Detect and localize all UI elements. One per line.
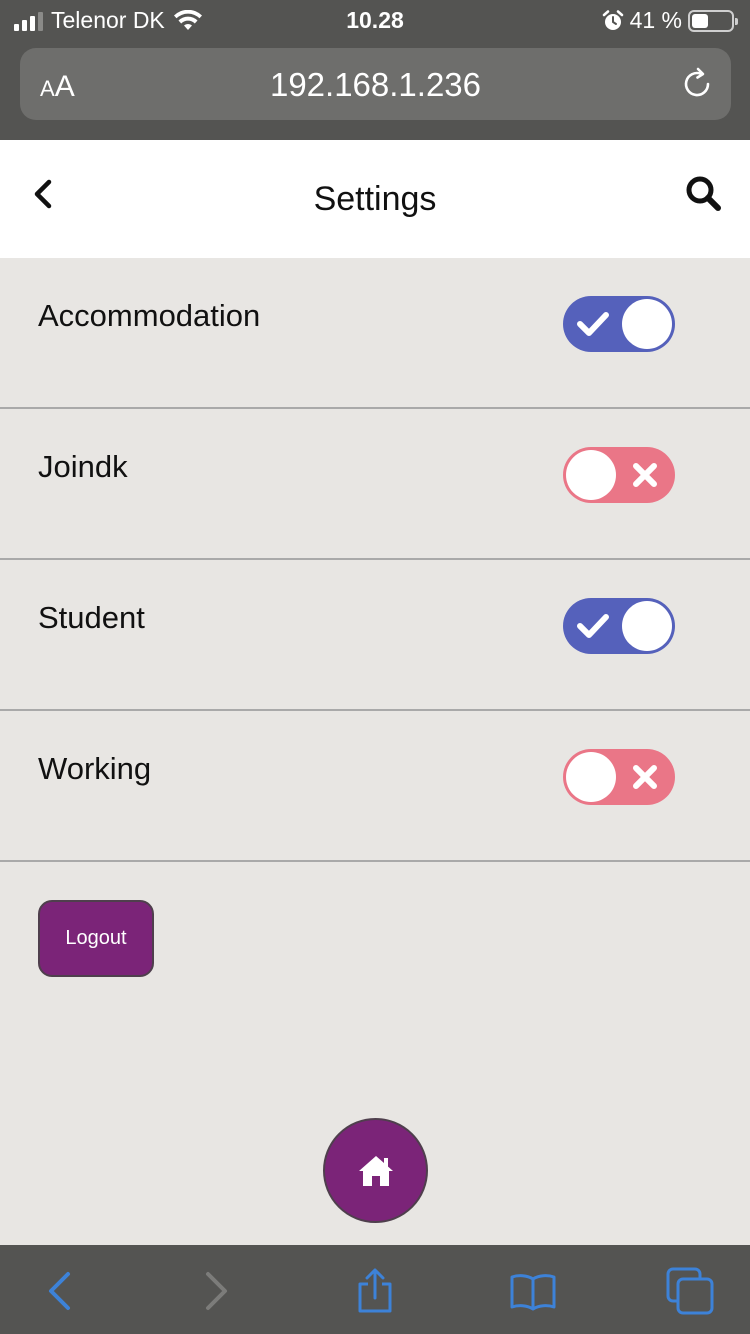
setting-row-accommodation: Accommodation: [0, 258, 750, 409]
cross-icon: [617, 749, 673, 805]
joindk-toggle[interactable]: [563, 447, 675, 503]
battery-percentage: 41 %: [629, 7, 682, 33]
tabs-icon[interactable]: [666, 1267, 714, 1315]
toggle-knob: [566, 450, 616, 500]
battery-icon: [688, 9, 738, 32]
accommodation-toggle[interactable]: [563, 296, 675, 352]
page-title: Settings: [313, 180, 437, 218]
settings-list: Accommodation Joindk Student Working: [0, 258, 750, 862]
bookmarks-icon[interactable]: [509, 1267, 557, 1315]
setting-label: Joindk: [38, 449, 128, 484]
checkmark-icon: [565, 598, 621, 654]
toggle-knob: [622, 299, 672, 349]
setting-label: Student: [38, 600, 145, 635]
home-icon: [358, 1155, 393, 1186]
home-button[interactable]: [323, 1118, 428, 1223]
url-text[interactable]: 192.168.1.236: [20, 66, 731, 104]
checkmark-icon: [565, 296, 621, 352]
browser-toolbar: [0, 1245, 750, 1334]
app-header: Settings: [0, 140, 750, 258]
toggle-knob: [566, 752, 616, 802]
reload-icon[interactable]: [679, 66, 715, 102]
browser-top-chrome: Telenor DK 10.28 41 % AA 192.168.1.236: [0, 0, 750, 140]
alarm-icon: [602, 9, 623, 30]
setting-row-joindk: Joindk: [0, 409, 750, 560]
setting-row-working: Working: [0, 711, 750, 862]
setting-label: Working: [38, 751, 152, 786]
working-toggle[interactable]: [563, 749, 675, 805]
share-icon[interactable]: [351, 1267, 399, 1315]
setting-row-student: Student: [0, 560, 750, 711]
status-right: 41 %: [602, 7, 738, 34]
status-bar: Telenor DK 10.28 41 %: [0, 0, 750, 40]
address-bar[interactable]: AA 192.168.1.236: [20, 48, 731, 120]
logout-button[interactable]: Logout: [38, 900, 154, 977]
setting-label: Accommodation: [38, 298, 261, 333]
browser-back-icon[interactable]: [36, 1267, 84, 1315]
cross-icon: [617, 447, 673, 503]
browser-forward-icon[interactable]: [192, 1267, 240, 1315]
toggle-knob: [622, 601, 672, 651]
search-icon[interactable]: [684, 174, 724, 214]
student-toggle[interactable]: [563, 598, 675, 654]
